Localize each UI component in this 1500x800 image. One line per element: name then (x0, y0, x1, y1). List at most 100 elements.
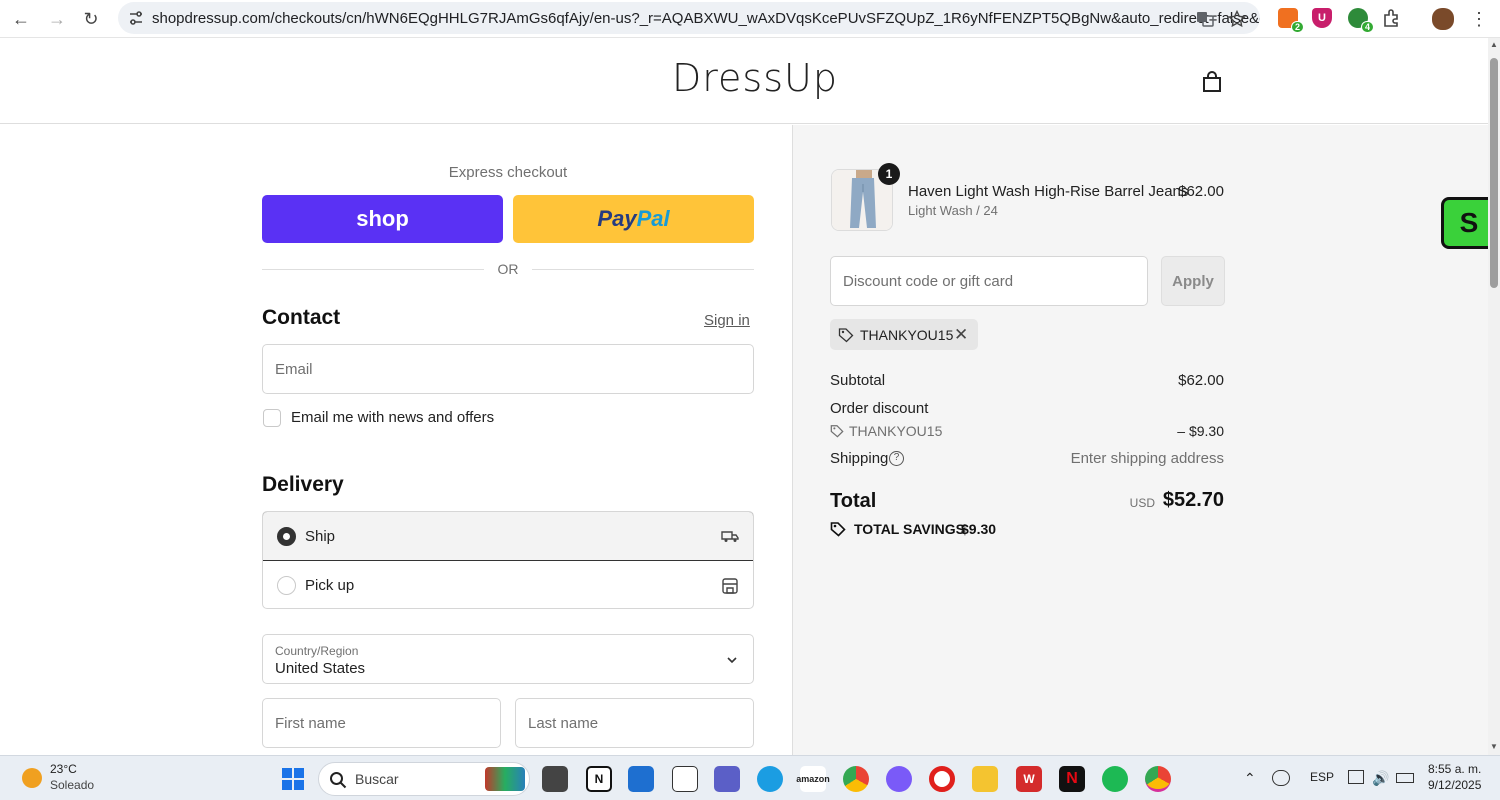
scrollbar-thumb[interactable] (1490, 58, 1498, 288)
order-discount-label: Order discount (830, 400, 929, 417)
page-scrollbar[interactable]: ▲ ▼ (1488, 38, 1500, 755)
last-name-placeholder: Last name (528, 714, 599, 732)
search-icon (330, 772, 347, 789)
subtotal-value: $62.00 (1178, 372, 1224, 389)
copilot-icon[interactable] (886, 766, 912, 792)
wps-office-icon[interactable]: W (1016, 766, 1042, 792)
weather-sun-icon[interactable] (22, 768, 42, 788)
opera-icon[interactable] (929, 766, 955, 792)
delivery-option-pickup[interactable]: Pick up (263, 561, 753, 608)
extensions-puzzle-icon[interactable] (1382, 8, 1402, 28)
shipping-value: Enter shipping address (1070, 450, 1224, 467)
remove-discount-icon[interactable]: ✕ (954, 325, 968, 345)
search-highlight-image (485, 767, 525, 791)
first-name-field[interactable]: First name (262, 698, 501, 748)
extension-3-icon[interactable]: 4 (1348, 8, 1374, 33)
reload-icon[interactable]: ↻ (80, 8, 102, 30)
apply-button[interactable]: Apply (1161, 256, 1225, 306)
microsoft-store-icon[interactable] (628, 766, 654, 792)
amazon-icon[interactable]: amazon (796, 766, 830, 792)
newsletter-checkbox[interactable] (263, 409, 281, 427)
applied-code: THANKYOU15 (860, 327, 954, 343)
clock-date[interactable]: 9/12/2025 (1428, 778, 1481, 792)
edge-icon[interactable] (757, 766, 783, 792)
product-name: Haven Light Wash High-Rise Barrel Jeans (908, 183, 1189, 200)
ship-label: Ship (305, 527, 336, 545)
chevron-down-icon (727, 657, 737, 664)
weather-description[interactable]: Soleado (50, 778, 94, 792)
discount-code-label: THANKYOU15 (849, 423, 943, 439)
notion-label: N (594, 772, 604, 786)
file-explorer-icon[interactable] (972, 766, 998, 792)
teams-icon[interactable] (714, 766, 740, 792)
taskbar-search[interactable]: Buscar (318, 762, 530, 796)
onedrive-offline-icon[interactable] (1272, 770, 1290, 786)
shop-pay-button[interactable]: shop (262, 195, 503, 243)
pickup-label: Pick up (305, 577, 355, 594)
paypal-label-pay: Pay (597, 206, 637, 231)
store-logo[interactable]: DressUp (672, 56, 838, 100)
menu-kebab-icon[interactable]: ⋮ (1468, 8, 1490, 30)
divider (262, 269, 484, 270)
chrome-profile-icon[interactable] (1145, 766, 1171, 792)
ship-radio[interactable] (277, 526, 296, 546)
contact-title: Contact (262, 306, 341, 329)
address-bar[interactable]: shopdressup.com/checkouts/cn/hWN6EQgHHLG… (118, 2, 1260, 34)
tray-overflow-icon[interactable]: ⌃ (1244, 770, 1256, 787)
amazon-label: amazon (796, 774, 830, 784)
savings-value: $9.30 (961, 521, 997, 537)
site-settings-icon[interactable] (128, 10, 144, 26)
weather-temperature[interactable]: 23°C (50, 762, 77, 776)
translate-icon[interactable] (1196, 10, 1214, 28)
back-icon[interactable]: ← (10, 8, 32, 30)
volume-icon[interactable]: 🔊 (1372, 770, 1389, 787)
help-circle-icon[interactable]: ? (889, 451, 904, 466)
scroll-up-icon[interactable]: ▲ (1490, 40, 1498, 49)
forward-icon[interactable]: → (46, 8, 68, 30)
product-variant: Light Wash / 24 (908, 203, 998, 218)
subtotal-label: Subtotal (830, 372, 886, 389)
bookmark-star-icon[interactable] (1228, 10, 1246, 28)
shop-pay-label: shop (356, 206, 409, 231)
spotify-icon[interactable] (1102, 766, 1128, 792)
ublock-icon[interactable]: U (1312, 8, 1332, 28)
total-label: Total (830, 490, 877, 512)
battery-icon[interactable] (1396, 773, 1414, 783)
windows-taskbar: 23°C Soleado Buscar N amazon W N ⌃ ESP 🔊… (0, 755, 1500, 800)
network-icon[interactable] (1348, 770, 1364, 784)
file-icon[interactable] (672, 766, 698, 792)
newsletter-label: Email me with news and offers (291, 409, 495, 426)
extension-1-icon[interactable]: 2 (1278, 8, 1304, 33)
quantity-badge: 1 (878, 163, 900, 185)
delivery-method-group: Ship Pick up (262, 511, 754, 609)
clock-time[interactable]: 8:55 a. m. (1428, 762, 1481, 776)
currency-code: USD (1129, 496, 1155, 510)
netflix-icon[interactable]: N (1059, 766, 1085, 792)
shopping-bag-icon[interactable] (1200, 70, 1224, 94)
country-label: Country/Region (275, 644, 359, 658)
last-name-field[interactable]: Last name (515, 698, 754, 748)
scroll-down-icon[interactable]: ▼ (1490, 742, 1498, 751)
or-separator: OR (497, 261, 519, 277)
discount-code-field[interactable]: Discount code or gift card (830, 256, 1148, 306)
product-price: $62.00 (1178, 183, 1224, 200)
email-placeholder: Email (275, 360, 313, 378)
task-view-icon[interactable] (542, 766, 568, 792)
notion-icon[interactable]: N (586, 766, 612, 792)
pickup-radio[interactable] (277, 576, 296, 595)
paypal-button[interactable]: Pay Pal (513, 195, 754, 243)
delivery-option-ship[interactable]: Ship (263, 512, 753, 561)
chrome-icon[interactable] (843, 766, 869, 792)
profile-avatar[interactable] (1432, 8, 1454, 30)
tag-icon (838, 328, 854, 343)
url-text: shopdressup.com/checkouts/cn/hWN6EQgHHLG… (152, 9, 1260, 27)
country-select[interactable]: Country/Region United States (262, 634, 754, 684)
truck-icon (721, 531, 739, 542)
sign-in-link[interactable]: Sign in (704, 312, 750, 329)
store-icon (722, 577, 738, 594)
language-indicator[interactable]: ESP (1310, 770, 1334, 784)
email-field[interactable]: Email (262, 344, 754, 394)
windows-start-icon[interactable] (280, 766, 306, 792)
paypal-label-pal: Pal (636, 206, 670, 231)
order-summary: 1 Haven Light Wash High-Rise Barrel Jean… (792, 125, 1497, 755)
